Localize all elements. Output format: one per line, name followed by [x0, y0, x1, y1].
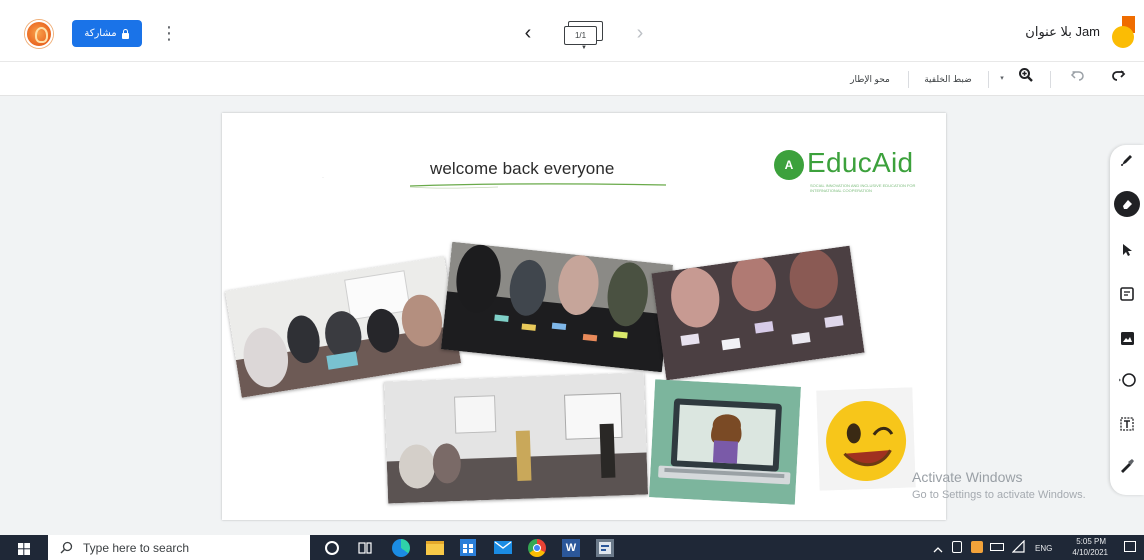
avatar[interactable] — [25, 20, 53, 48]
search-icon — [60, 541, 73, 554]
eraser-tool-icon[interactable] — [1110, 191, 1144, 217]
redo-icon[interactable] — [1106, 62, 1130, 96]
toolbar-divider — [988, 71, 989, 88]
input-language[interactable]: ENG — [1035, 544, 1052, 553]
sync-icon[interactable] — [952, 541, 962, 553]
taskbar-search-box[interactable]: Type here to search — [48, 535, 310, 560]
welcome-text[interactable]: welcome back everyone — [430, 159, 614, 179]
more-options-icon[interactable]: ⋮ — [160, 24, 178, 44]
clear-frame-button[interactable]: محو الإطار — [838, 62, 902, 96]
drawing-tools-panel — [1110, 145, 1144, 495]
battery-icon[interactable] — [990, 543, 1004, 551]
share-button-label: مشاركة — [84, 28, 117, 39]
file-explorer-icon[interactable] — [426, 541, 444, 555]
clock-time[interactable]: 5:05 PM — [1066, 537, 1106, 546]
mail-icon[interactable] — [494, 541, 512, 554]
chevron-up-icon[interactable] — [933, 542, 943, 553]
winking-emoji-image[interactable] — [816, 387, 916, 491]
cortana-icon[interactable] — [325, 541, 339, 555]
educaid-logo[interactable]: A EducAid SOCIAL INNOVATION AND INCLUSIV… — [774, 147, 919, 199]
search-placeholder: Type here to search — [83, 540, 190, 555]
lock-icon — [121, 28, 130, 39]
next-frame-button[interactable]: › — [632, 20, 648, 46]
edge-browser-icon[interactable] — [392, 539, 410, 557]
chrome-icon[interactable] — [528, 539, 546, 557]
jamboard-logo-icon — [1112, 16, 1142, 50]
faint-mark: · — [322, 175, 324, 181]
jamboard-app: مشاركة ⋮ ‹ 1/1 ▼ › Jam بلا عنوان محو الإ… — [0, 0, 1144, 560]
classroom-photo-3[interactable] — [651, 245, 865, 381]
share-button[interactable]: مشاركة — [72, 20, 142, 47]
classroom-photo-2[interactable] — [440, 241, 674, 373]
brand-name: EducAid — [807, 147, 914, 178]
frame-counter: 1/1 — [564, 26, 597, 45]
store-icon[interactable] — [460, 539, 476, 556]
task-view-icon[interactable] — [358, 541, 372, 560]
top-bar: مشاركة ⋮ ‹ 1/1 ▼ › Jam بلا عنوان — [0, 0, 1144, 62]
windows-taskbar: Type here to search W ENG 5:05 PM 4/10/2… — [0, 535, 1144, 560]
image-tool-icon[interactable] — [1110, 325, 1144, 351]
text-box-icon[interactable] — [1110, 411, 1144, 437]
pen-tool-icon[interactable] — [1110, 147, 1144, 173]
clock-date[interactable]: 4/10/2021 — [1064, 548, 1108, 557]
frame-toolbar: محو الإطار ضبط الخلفية ▾ — [0, 62, 1144, 96]
laser-tool-icon[interactable] — [1110, 453, 1144, 479]
educaid-emblem-icon: A — [774, 150, 804, 180]
activate-windows-subtitle: Go to Settings to activate Windows. — [912, 489, 1086, 501]
toolbar-divider — [1050, 71, 1051, 88]
pen-underline-stroke[interactable] — [408, 179, 670, 191]
undo-icon[interactable] — [1066, 62, 1090, 96]
tray-app-icon[interactable] — [971, 541, 983, 553]
sticky-note-icon[interactable] — [1110, 281, 1144, 307]
frame-bar-toggle[interactable]: 1/1 ▼ — [562, 21, 606, 51]
windows-start-icon[interactable] — [18, 542, 30, 555]
classroom-photo-1[interactable] — [224, 256, 462, 398]
notifications-icon[interactable] — [1124, 541, 1136, 552]
online-teacher-illustration[interactable] — [649, 379, 801, 505]
set-background-button[interactable]: ضبط الخلفية — [914, 62, 982, 96]
toolbar-divider — [908, 71, 909, 88]
document-title[interactable]: Jam بلا عنوان — [988, 24, 1100, 40]
lecture-room-photo[interactable] — [383, 372, 649, 504]
zoom-dropdown-caret-icon[interactable]: ▾ — [996, 62, 1008, 96]
previous-frame-button[interactable]: ‹ — [520, 20, 536, 46]
wifi-icon[interactable] — [1011, 539, 1026, 559]
app-window-icon[interactable] — [596, 539, 614, 557]
chevron-down-icon: ▼ — [581, 45, 587, 51]
circle-shape-icon[interactable] — [1110, 367, 1144, 393]
activate-windows-title: Activate Windows — [912, 469, 1023, 485]
word-icon[interactable]: W — [562, 539, 580, 557]
jam-canvas[interactable]: welcome back everyone · A EducAid SOCIAL… — [222, 113, 946, 520]
brand-tagline: SOCIAL INNOVATION AND INCLUSIVE EDUCATIO… — [810, 183, 916, 193]
select-tool-icon[interactable] — [1110, 237, 1144, 263]
zoom-in-icon[interactable] — [1014, 62, 1038, 96]
